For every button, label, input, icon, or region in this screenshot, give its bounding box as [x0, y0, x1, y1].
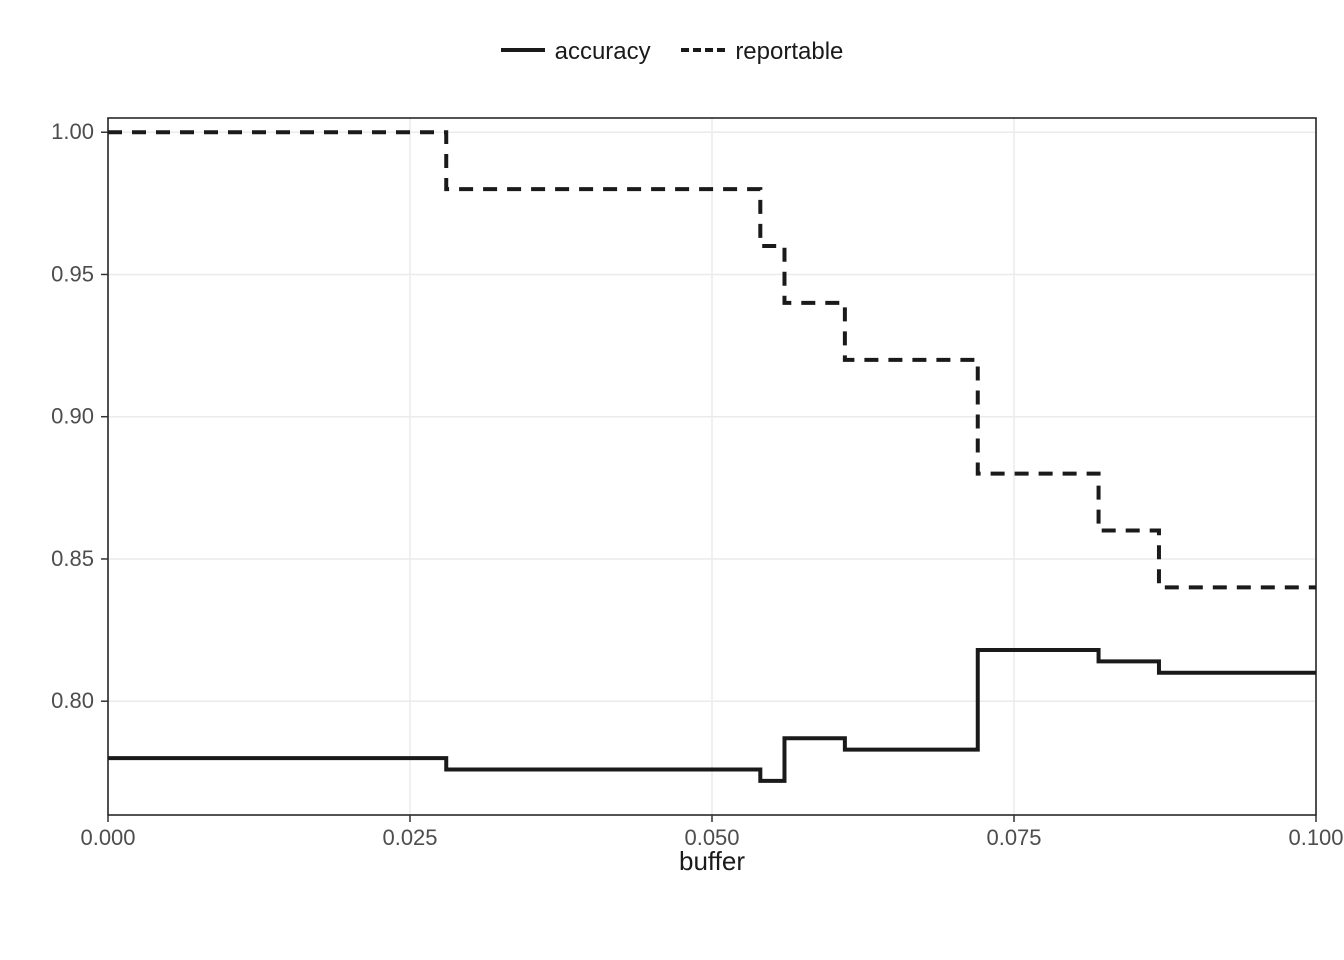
x-axis-title: buffer — [679, 846, 745, 876]
legend: accuracy reportable — [0, 35, 1344, 66]
x-tick-label: 0.100 — [1288, 825, 1343, 850]
y-tick-label: 0.85 — [51, 546, 94, 571]
y-tick-label: 0.95 — [51, 261, 94, 286]
legend-label-reportable: reportable — [735, 38, 843, 66]
legend-swatch-dashed — [681, 48, 725, 56]
legend-swatch-solid — [501, 48, 545, 56]
y-tick-label: 1.00 — [51, 119, 94, 144]
x-tick-label: 0.025 — [382, 825, 437, 850]
chart-container: accuracy reportable 0.0000.0250.0500.075… — [0, 0, 1344, 960]
chart-svg: 0.0000.0250.0500.0750.100buffer0.800.850… — [100, 110, 1324, 870]
x-tick-label: 0.000 — [80, 825, 135, 850]
legend-item-accuracy: accuracy — [501, 38, 651, 66]
legend-label-accuracy: accuracy — [555, 38, 651, 66]
y-tick-label: 0.80 — [51, 688, 94, 713]
x-tick-label: 0.075 — [986, 825, 1041, 850]
plot-area: 0.0000.0250.0500.0750.100buffer0.800.850… — [100, 110, 1324, 870]
y-tick-label: 0.90 — [51, 404, 94, 429]
legend-item-reportable: reportable — [681, 38, 843, 66]
